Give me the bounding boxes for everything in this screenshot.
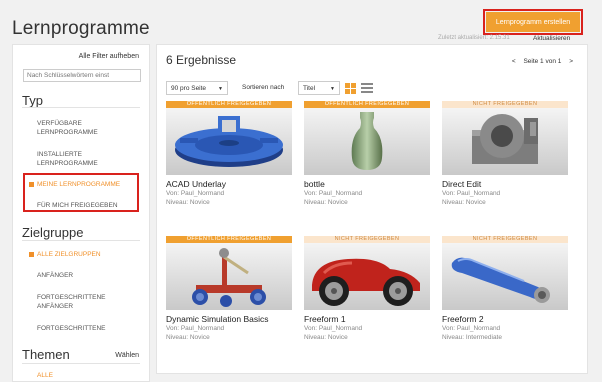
choose-themes-link[interactable]: Wählen: [115, 352, 139, 359]
tutorial-card[interactable]: NICHT FREIGEGEBEN Freeform 2 Von: Paul_N…: [442, 236, 568, 342]
clear-filters-link[interactable]: Alle Filter aufheben: [79, 53, 139, 60]
filter-all-audiences[interactable]: ALLE ZIELGRUPPEN: [29, 250, 142, 259]
sort-select[interactable]: Titel ▼: [298, 81, 340, 95]
tutorial-title[interactable]: Freeform 2: [442, 314, 568, 324]
tutorial-author: Von: Paul_Normand: [442, 190, 501, 197]
tutorial-thumbnail[interactable]: [304, 108, 430, 175]
sharing-badge: NICHT FREIGEGEBEN: [442, 101, 568, 108]
filter-label: ALLE ZIELGRUPPEN: [37, 251, 101, 258]
sharing-badge: ÖFFENTLICH FREIGEGEBEN: [166, 236, 292, 243]
divider: [22, 240, 140, 241]
audience-section-title: Zielgruppe: [22, 225, 84, 240]
filter-advanced-beginner[interactable]: FORTGESCHRITTENE ANFÄNGER: [37, 293, 142, 311]
tutorial-level: Niveau: Novice: [304, 199, 348, 206]
tutorial-thumbnail[interactable]: [442, 108, 568, 175]
grid-view-icon[interactable]: [345, 83, 356, 94]
filter-available-tutorials[interactable]: VERFÜGBARE LERNPROGRAMME: [37, 119, 142, 137]
caret-down-icon: ▼: [330, 86, 335, 92]
tutorial-level: Niveau: Novice: [442, 199, 486, 206]
filter-advanced[interactable]: FORTGESCHRITTENE: [37, 324, 142, 333]
filter-installed-tutorials[interactable]: INSTALLIERTE LERNPROGRAMME: [37, 150, 142, 168]
sharing-badge: ÖFFENTLICH FREIGEGEBEN: [304, 101, 430, 108]
last-updated-text: Zuletzt aktualisiert: 2.15.31: [438, 35, 510, 41]
divider: [22, 107, 140, 108]
active-bullet-icon: [29, 252, 34, 257]
themes-section-title: Themen: [22, 347, 70, 362]
tutorial-card[interactable]: ÖFFENTLICH FREIGEGEBEN ACAD Underlay Von…: [166, 101, 292, 207]
tutorial-title[interactable]: ACAD Underlay: [166, 179, 292, 189]
tutorial-author: Von: Paul_Normand: [166, 190, 225, 197]
sharing-badge: NICHT FREIGEGEBEN: [304, 236, 430, 243]
tutorial-thumbnail[interactable]: [166, 108, 292, 175]
tutorial-author: Von: Paul_Normand: [442, 325, 501, 332]
tutorial-card[interactable]: NICHT FREIGEGEBEN Freeform 1 Von: Paul_N…: [304, 236, 430, 342]
tutorial-thumbnail[interactable]: [166, 243, 292, 310]
filter-sidebar: Alle Filter aufheben Typ VERFÜGBARE LERN…: [12, 44, 150, 382]
pagination: < Seite 1 von 1 >: [506, 58, 573, 65]
divider: [22, 363, 140, 364]
per-page-value: 90 pro Seite: [171, 85, 207, 92]
sort-label: Sortieren nach: [242, 84, 285, 91]
tutorial-level: Niveau: Novice: [166, 199, 210, 206]
next-page-button[interactable]: >: [569, 58, 573, 65]
create-tutorial-button[interactable]: Lernprogramm erstellen: [483, 9, 583, 35]
tutorial-author: Von: Paul_Normand: [304, 325, 363, 332]
tutorial-card[interactable]: ÖFFENTLICH FREIGEGEBEN Dynamic Simulatio…: [166, 236, 292, 342]
sort-value: Titel: [303, 85, 316, 92]
page-indicator: Seite 1 von 1: [523, 58, 562, 65]
highlight-box: [23, 173, 139, 212]
tutorial-card[interactable]: NICHT FREIGEGEBEN Direct Edit Von: Paul_…: [442, 101, 568, 207]
tutorial-level: Niveau: Novice: [304, 334, 348, 341]
tutorial-title[interactable]: Direct Edit: [442, 179, 568, 189]
tutorial-level: Niveau: Novice: [166, 334, 210, 341]
sharing-badge: NICHT FREIGEGEBEN: [442, 236, 568, 243]
tutorial-card[interactable]: ÖFFENTLICH FREIGEGEBEN bottle Von: Paul_…: [304, 101, 430, 207]
keyword-search-input[interactable]: [23, 69, 141, 82]
tutorial-title[interactable]: Freeform 1: [304, 314, 430, 324]
tutorial-thumbnail[interactable]: [442, 243, 568, 310]
tutorial-thumbnail[interactable]: [304, 243, 430, 310]
page-title: Lernprogramme: [12, 18, 150, 39]
tutorial-level: Niveau: Intermediate: [442, 334, 502, 341]
list-view-icon[interactable]: [361, 83, 373, 94]
tutorial-author: Von: Paul_Normand: [304, 190, 363, 197]
tutorial-title[interactable]: Dynamic Simulation Basics: [166, 314, 292, 324]
caret-down-icon: ▼: [218, 86, 223, 92]
tutorial-title[interactable]: bottle: [304, 179, 430, 189]
tutorial-author: Von: Paul_Normand: [166, 325, 225, 332]
results-count: 6 Ergebnisse: [166, 53, 237, 67]
results-panel: 6 Ergebnisse < Seite 1 von 1 > 90 pro Se…: [156, 44, 588, 374]
refresh-link[interactable]: Aktualisieren: [533, 35, 570, 42]
filter-beginner[interactable]: ANFÄNGER: [37, 271, 142, 280]
sharing-badge: ÖFFENTLICH FREIGEGEBEN: [166, 101, 292, 108]
type-section-title: Typ: [22, 93, 43, 108]
prev-page-button[interactable]: <: [512, 58, 516, 65]
per-page-select[interactable]: 90 pro Seite ▼: [166, 81, 228, 95]
filter-all-themes[interactable]: ALLE: [37, 371, 142, 380]
